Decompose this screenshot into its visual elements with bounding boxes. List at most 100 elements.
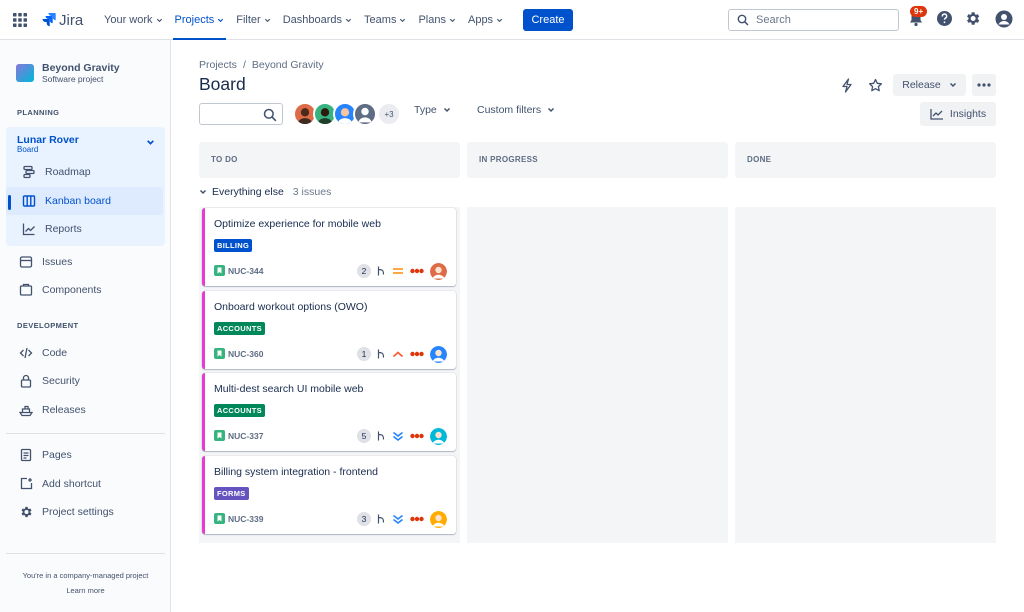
automation-lightning-icon[interactable]	[840, 78, 854, 93]
nav-projects[interactable]: Projects	[169, 0, 231, 40]
swimlane-header[interactable]: Everything else 3 issues	[199, 186, 331, 198]
project-header[interactable]: Beyond Gravity Software project	[16, 62, 120, 84]
more-horizontal-icon[interactable]	[410, 268, 424, 274]
roadmap-icon	[23, 165, 35, 179]
lock-icon	[20, 374, 32, 388]
search-placeholder: Search	[756, 14, 791, 26]
issue-card[interactable]: Billing system integration - frontend FOR…	[202, 456, 456, 534]
global-search-input[interactable]: Search	[728, 9, 899, 31]
assignee-avatar[interactable]	[430, 511, 447, 528]
more-horizontal-icon[interactable]	[410, 433, 424, 439]
nav-label: Dashboards	[282, 14, 343, 26]
nav-label: Projects	[174, 14, 215, 26]
sidebar-item-project-settings[interactable]: Project settings	[19, 505, 114, 519]
more-horizontal-icon[interactable]	[410, 516, 424, 522]
notification-badge: 9+	[910, 6, 928, 17]
project-type: Software project	[42, 74, 104, 84]
add-shortcut-icon	[20, 477, 33, 490]
reports-chart-icon	[22, 223, 35, 236]
chevron-down-icon	[156, 18, 162, 22]
nav-dashboards[interactable]: Dashboards	[277, 0, 358, 40]
assignee-avatar[interactable]	[430, 263, 447, 280]
active-indicator	[8, 195, 11, 210]
jira-logo-text: Jira	[59, 11, 84, 29]
epic-label: BILLING	[214, 239, 253, 252]
sidebar-item-label: Reports	[45, 223, 82, 235]
jira-logo[interactable]: Jira	[42, 10, 83, 30]
type-filter-dropdown[interactable]: Type	[414, 104, 451, 116]
assignee-avatar[interactable]	[430, 428, 447, 445]
sidebar-item-add-shortcut[interactable]: Add shortcut	[19, 477, 101, 491]
project-name: Beyond Gravity	[42, 62, 120, 74]
story-icon	[214, 430, 225, 441]
sidebar-item-label: Code	[42, 347, 68, 359]
sidebar-item-components[interactable]: Components	[19, 283, 102, 297]
column-in-progress	[467, 207, 728, 543]
more-horizontal-icon[interactable]	[410, 351, 424, 357]
sidebar: Beyond Gravity Software project PLANNING…	[0, 40, 171, 612]
issue-key[interactable]: NUC-339	[228, 514, 263, 524]
story-points-badge: 3	[357, 512, 371, 526]
epic-label: ACCOUNTS	[214, 404, 265, 417]
nav-teams[interactable]: Teams	[358, 0, 412, 40]
priority-lowest-icon	[393, 514, 403, 525]
sidebar-item-releases[interactable]: Releases	[19, 403, 86, 417]
issue-key[interactable]: NUC-344	[228, 266, 263, 276]
sidebar-item-label: Issues	[42, 256, 73, 268]
branch-icon	[377, 431, 385, 441]
person-avatar-icon	[430, 346, 447, 363]
issue-card[interactable]: Optimize experience for mobile web BILLIN…	[202, 208, 456, 286]
sidebar-divider	[6, 433, 165, 434]
project-avatar	[16, 64, 34, 82]
nav-filter[interactable]: Filter	[230, 0, 276, 40]
custom-filters-dropdown[interactable]: Custom filters	[477, 104, 555, 116]
issue-key[interactable]: NUC-360	[228, 349, 263, 359]
nav-label: Your work	[104, 14, 153, 26]
person-avatar-icon	[430, 511, 447, 528]
learn-more-link[interactable]: Learn more	[0, 586, 171, 595]
assignee-avatar[interactable]	[430, 346, 447, 363]
board-search-input[interactable]	[199, 103, 283, 125]
person-avatar-icon	[337, 108, 353, 124]
nav-apps[interactable]: Apps	[462, 0, 509, 40]
sidebar-item-pages[interactable]: Pages	[19, 448, 72, 462]
sidebar-item-kanban-board[interactable]: Kanban board	[22, 194, 111, 208]
chevron-down-icon[interactable]	[146, 138, 155, 147]
more-actions-button[interactable]	[972, 74, 996, 96]
search-icon	[263, 108, 277, 122]
insights-button[interactable]: Insights	[920, 102, 996, 126]
code-icon	[19, 347, 33, 359]
breadcrumb-project[interactable]: Beyond Gravity	[252, 59, 324, 71]
star-icon[interactable]	[868, 78, 883, 93]
more-horizontal-icon	[977, 83, 991, 87]
issue-card-footer: NUC-344 2	[214, 263, 447, 280]
release-button[interactable]: Release	[893, 74, 966, 96]
gear-icon[interactable]	[964, 10, 981, 27]
breadcrumb-projects[interactable]: Projects	[199, 59, 237, 71]
sidebar-item-issues[interactable]: Issues	[19, 255, 72, 269]
planning-section-label: PLANNING	[17, 108, 60, 117]
avatar[interactable]	[353, 102, 377, 126]
app-switcher-icon[interactable]	[12, 12, 28, 28]
more-avatars-badge[interactable]: +3	[377, 102, 401, 126]
chevron-down-icon	[264, 18, 270, 22]
chevron-down-icon	[496, 18, 503, 22]
chevron-down-icon	[199, 189, 207, 195]
create-button[interactable]: Create	[523, 9, 573, 31]
sidebar-item-roadmap[interactable]: Roadmap	[22, 165, 91, 179]
sidebar-item-security[interactable]: Security	[19, 374, 80, 388]
issue-key[interactable]: NUC-337	[228, 431, 263, 441]
issue-card[interactable]: Multi-dest search UI mobile web ACCOUNTS N…	[202, 373, 456, 451]
issue-card[interactable]: Onboard workout options (OWO) ACCOUNTS NUC…	[202, 291, 456, 369]
chevron-down-icon	[400, 18, 406, 22]
profile-avatar-icon[interactable]	[995, 10, 1013, 28]
nav-plans[interactable]: Plans	[412, 0, 462, 40]
nav-your-work[interactable]: Your work	[98, 0, 169, 40]
branch-icon	[377, 349, 385, 359]
issue-title: Onboard workout options (OWO)	[214, 301, 368, 313]
story-icon	[214, 348, 225, 359]
help-icon[interactable]	[936, 10, 953, 27]
sidebar-item-reports[interactable]: Reports	[22, 222, 82, 236]
person-avatar-icon	[430, 263, 447, 280]
sidebar-item-code[interactable]: Code	[19, 346, 67, 360]
